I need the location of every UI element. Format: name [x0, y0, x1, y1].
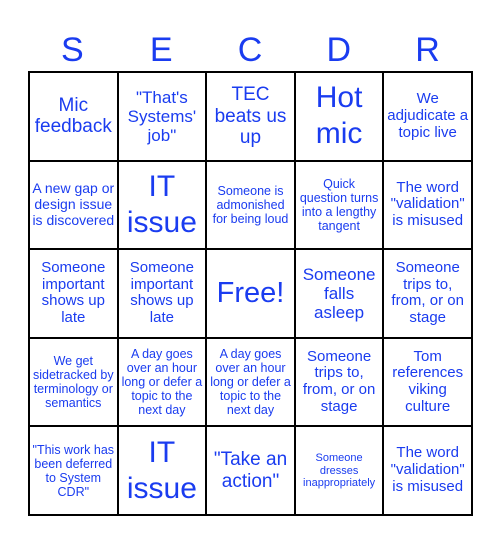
free-space-cell[interactable]: Free! [207, 250, 294, 337]
header-letter-e: E [149, 31, 173, 69]
bingo-cell[interactable]: We get sidetracked by terminology or sem… [30, 338, 117, 426]
bingo-cell[interactable]: Tom references viking culture [384, 338, 471, 426]
header-letter-r: R [415, 31, 440, 69]
bingo-cell[interactable]: Someone important shows up late [118, 250, 206, 337]
bingo-cell[interactable]: IT issue [118, 427, 206, 514]
bingo-cell[interactable]: A new gap or design issue is discovered [30, 161, 117, 249]
bingo-board: Mic feedback "That's Systems' job" TEC b… [28, 71, 473, 516]
bingo-cell[interactable]: Someone important shows up late [30, 250, 117, 337]
bingo-cell[interactable]: Hot mic [295, 73, 383, 160]
bingo-cell[interactable]: The word "validation" is misused [384, 161, 471, 249]
bingo-cell[interactable]: TEC beats us up [207, 73, 294, 160]
bingo-cell[interactable]: We adjudicate a topic live [384, 73, 471, 160]
header-letter-d: D [326, 31, 352, 69]
header-letter-s: S [61, 31, 84, 69]
bingo-cell[interactable]: A day goes over an hour long or defer a … [207, 338, 294, 426]
bingo-cell[interactable]: IT issue [118, 161, 206, 249]
header-letter-c: C [237, 31, 263, 69]
bingo-cell[interactable]: "This work has been deferred to System C… [30, 427, 117, 514]
bingo-cell[interactable]: A day goes over an hour long or defer a … [118, 338, 206, 426]
bingo-cell[interactable]: Someone dresses inappropriately [295, 427, 383, 514]
bingo-cell[interactable]: Someone trips to, from, or on stage [295, 338, 383, 426]
bingo-cell[interactable]: Someone falls asleep [295, 250, 383, 337]
bingo-cell[interactable]: Quick question turns into a lengthy tang… [295, 161, 383, 249]
bingo-cell[interactable]: "That's Systems' job" [118, 73, 206, 160]
bingo-cell[interactable]: The word "validation" is misused [384, 427, 471, 514]
bingo-cell[interactable]: Mic feedback [30, 73, 117, 160]
bingo-header: S E C D R [28, 30, 472, 70]
bingo-cell[interactable]: Someone is admonished for being loud [207, 161, 294, 249]
bingo-cell[interactable]: Someone trips to, from, or on stage [384, 250, 471, 337]
bingo-cell[interactable]: "Take an action" [207, 427, 294, 514]
